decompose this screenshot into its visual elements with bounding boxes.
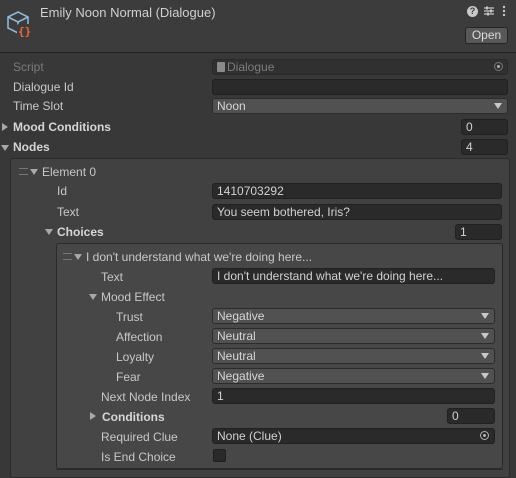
time-slot-value: Noon: [217, 99, 246, 113]
trust-label: Trust: [116, 310, 143, 324]
nodes-count[interactable]: 4: [461, 139, 508, 155]
help-icon[interactable]: ?: [467, 6, 478, 17]
node-text-label: Text: [57, 205, 80, 219]
required-clue-value: None (Clue): [217, 429, 282, 443]
affection-dropdown[interactable]: Neutral: [212, 328, 495, 344]
choices-foldout[interactable]: [45, 229, 53, 235]
element-0-foldout[interactable]: [30, 169, 38, 175]
conditions-foldout[interactable]: [90, 412, 96, 420]
loyalty-dropdown[interactable]: Neutral: [212, 348, 495, 364]
open-button[interactable]: Open: [465, 27, 508, 44]
affection-value: Neutral: [217, 329, 256, 343]
chevron-down-icon: [481, 333, 489, 339]
choice-foldout[interactable]: [74, 254, 82, 260]
choice-text-label: Text: [101, 270, 124, 284]
node-id-label: Id: [57, 184, 68, 198]
choice-text-field[interactable]: I don't understand what we're doing here…: [212, 268, 495, 284]
choice-drag-handle[interactable]: [63, 253, 72, 260]
fear-label: Fear: [116, 370, 141, 384]
time-slot-label: Time Slot: [13, 99, 64, 113]
node-text-field[interactable]: You seem bothered, Iris?: [212, 204, 502, 220]
choice-header[interactable]: I don't understand what we're doing here…: [86, 248, 312, 266]
trust-dropdown[interactable]: Negative: [212, 308, 495, 324]
script-label: Script: [13, 60, 44, 74]
inspector-title: Emily Noon Normal (Dialogue): [40, 5, 216, 20]
dialogue-id-field[interactable]: [212, 79, 508, 95]
script-file-icon: [217, 62, 225, 72]
affection-label: Affection: [116, 330, 163, 344]
chevron-down-icon: [481, 373, 489, 379]
nodes-foldout[interactable]: [1, 145, 9, 151]
required-clue-label: Required Clue: [101, 430, 178, 444]
required-clue-field[interactable]: None (Clue): [212, 428, 495, 444]
object-picker-icon: [494, 62, 503, 71]
mood-effect-label[interactable]: Mood Effect: [101, 288, 165, 306]
kebab-menu-icon[interactable]: [501, 5, 507, 17]
is-end-label: Is End Choice: [101, 450, 176, 464]
presets-icon[interactable]: [483, 5, 495, 17]
choices-label[interactable]: Choices: [57, 223, 104, 241]
loyalty-label: Loyalty: [116, 350, 155, 364]
chevron-down-icon: [481, 313, 489, 319]
conditions-label[interactable]: Conditions: [102, 408, 165, 426]
next-node-field[interactable]: 1: [212, 388, 495, 404]
mood-conditions-label[interactable]: Mood Conditions: [13, 118, 111, 136]
mood-conditions-foldout[interactable]: [2, 123, 8, 131]
svg-text:{}: {}: [18, 25, 31, 38]
dialogue-id-label: Dialogue Id: [13, 80, 74, 94]
chevron-down-icon: [481, 353, 489, 359]
script-field: Dialogue: [212, 59, 508, 75]
loyalty-value: Neutral: [217, 349, 256, 363]
trust-value: Negative: [217, 309, 265, 323]
fear-value: Negative: [217, 369, 265, 383]
chevron-down-icon: [494, 103, 502, 109]
nodes-label[interactable]: Nodes: [13, 138, 50, 156]
node-id-field[interactable]: 1410703292: [212, 183, 502, 199]
list-footer-divider: [56, 469, 503, 470]
fear-dropdown[interactable]: Negative: [212, 368, 495, 384]
object-picker-icon[interactable]: [480, 431, 489, 440]
mood-conditions-count[interactable]: 0: [461, 119, 508, 135]
element-0-label[interactable]: Element 0: [42, 163, 96, 181]
element-drag-handle[interactable]: [19, 168, 28, 175]
conditions-count[interactable]: 0: [447, 408, 495, 424]
choices-count[interactable]: 1: [455, 224, 502, 240]
time-slot-dropdown[interactable]: Noon: [212, 98, 508, 114]
script-value: Dialogue: [227, 60, 275, 74]
mood-effect-foldout[interactable]: [89, 294, 97, 300]
scriptable-object-icon: {}: [4, 8, 34, 38]
is-end-checkbox[interactable]: [213, 449, 226, 462]
next-node-label: Next Node Index: [101, 390, 191, 404]
